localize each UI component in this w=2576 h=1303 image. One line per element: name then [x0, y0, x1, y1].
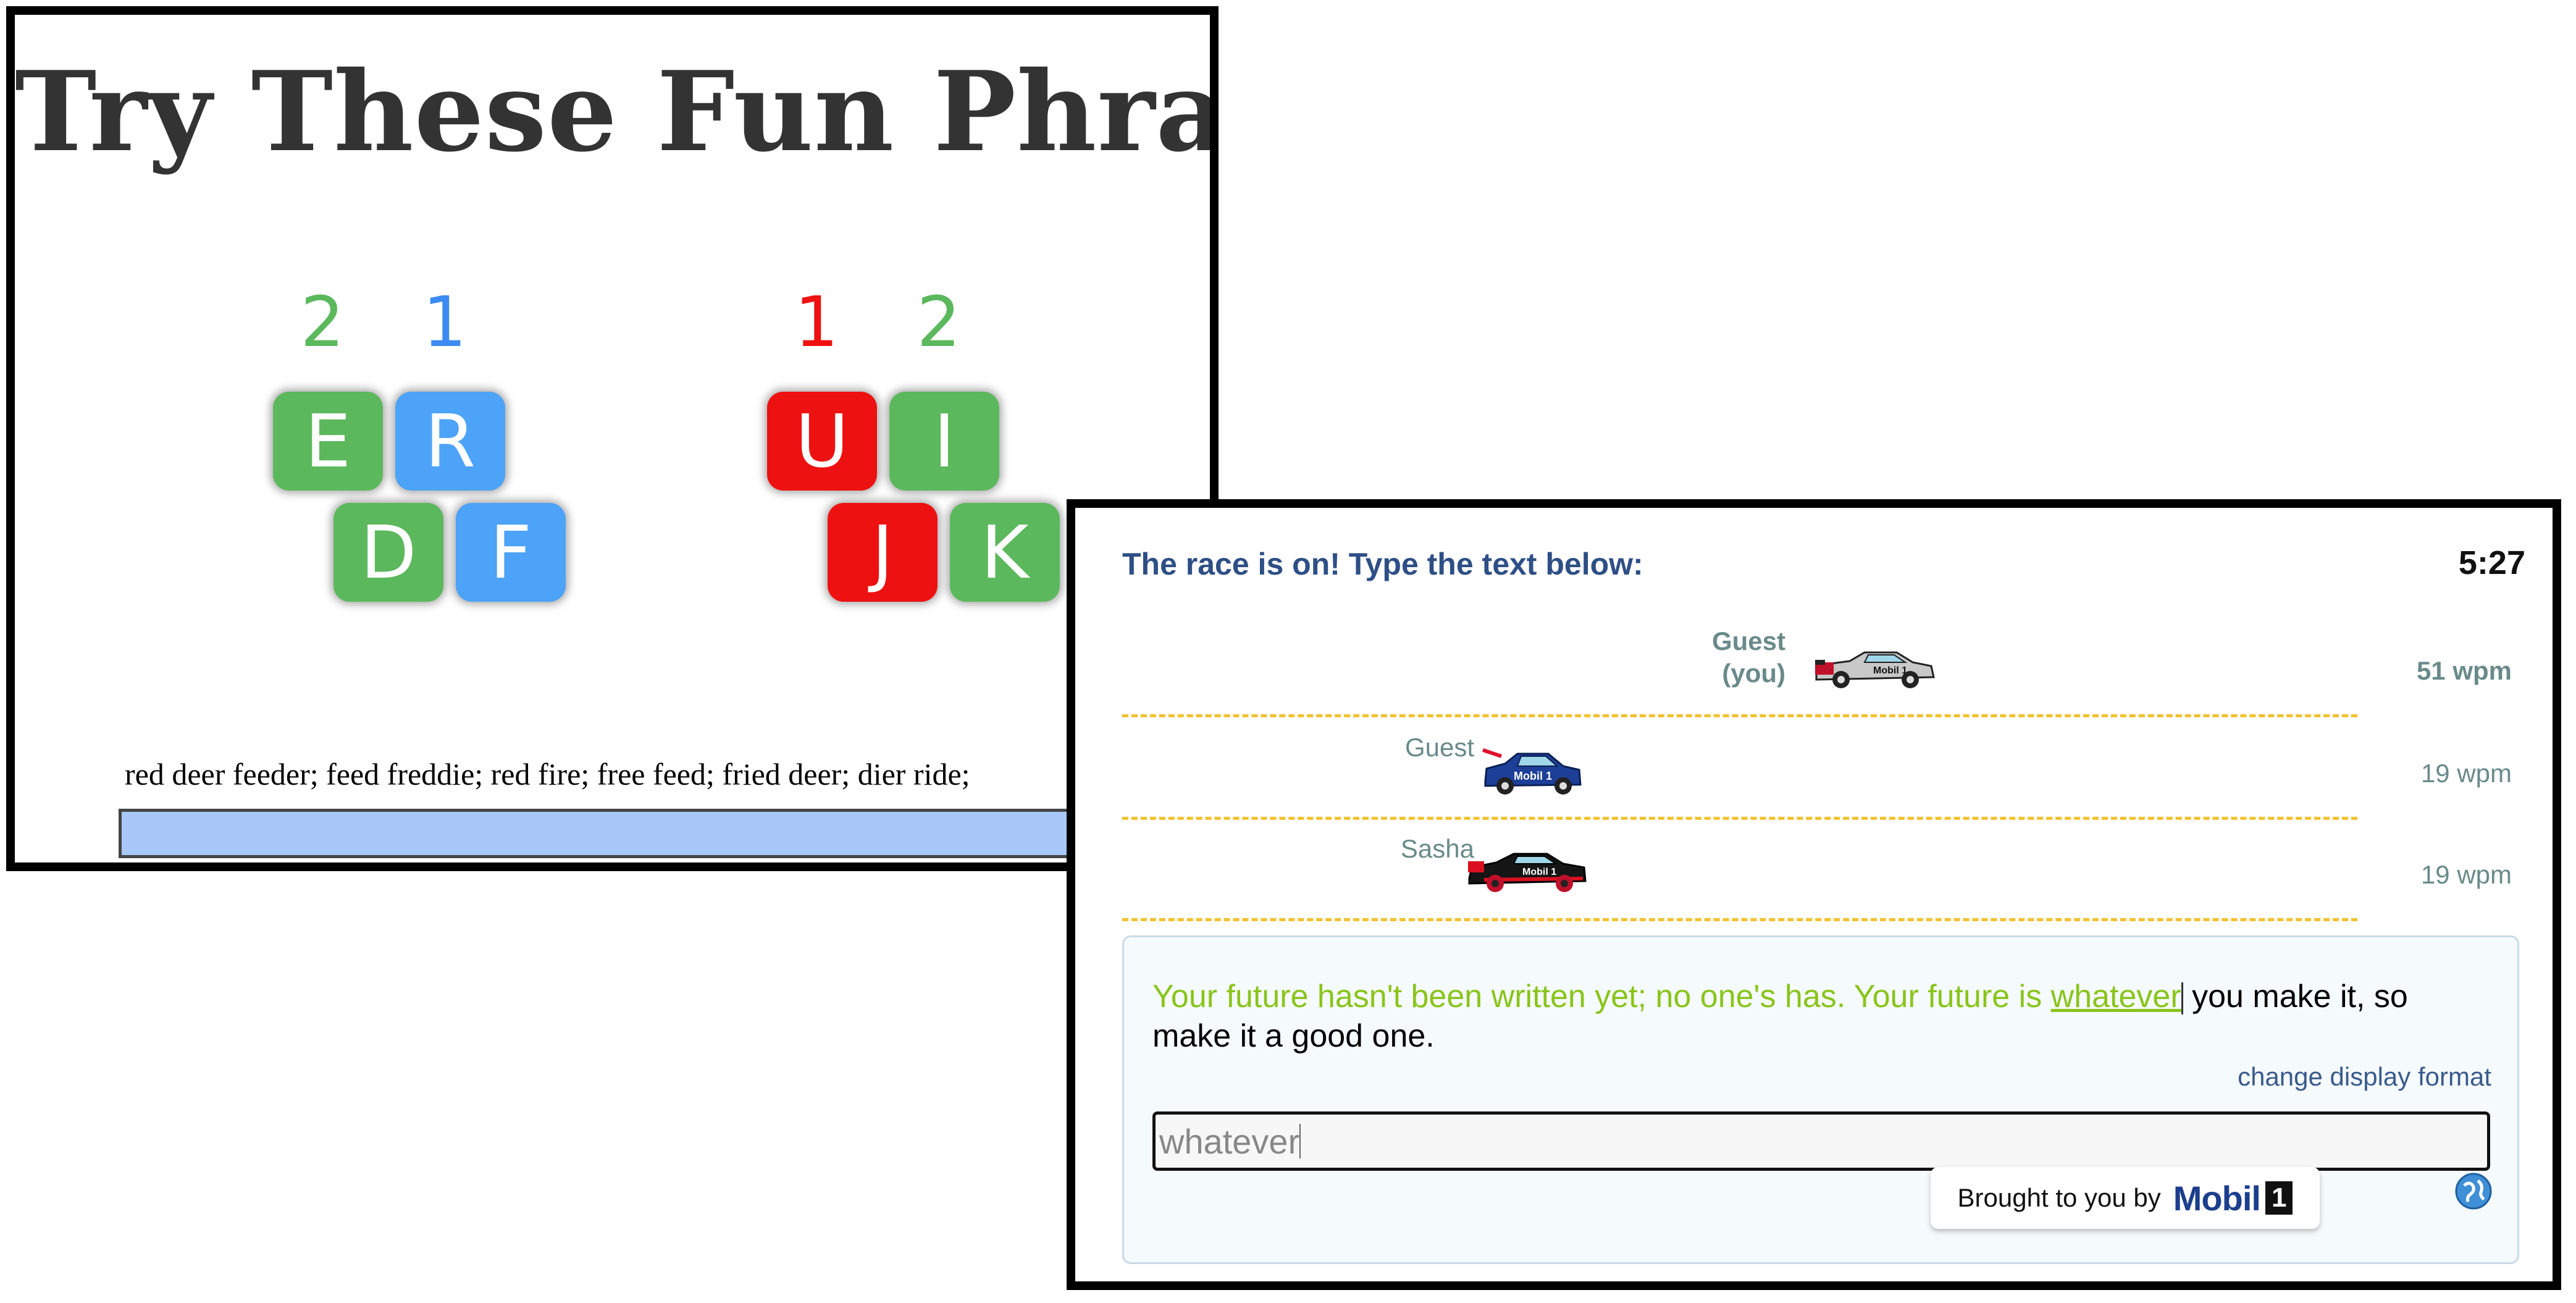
- key-r: R: [395, 392, 505, 491]
- finger-number-right-middle: 2: [917, 282, 961, 363]
- input-caret: [1299, 1124, 1301, 1158]
- sponsor-banner[interactable]: Brought to you by Mobil 1: [1931, 1167, 2320, 1229]
- change-display-format-link[interactable]: change display format: [2238, 1062, 2491, 1092]
- lesson-title: Try These Fun Phrases: [15, 47, 1210, 176]
- typing-input-value: whatever: [1159, 1121, 1300, 1161]
- key-d: D: [334, 503, 443, 602]
- racer-name-line: Guest: [1404, 733, 1474, 762]
- svg-text:Mobil 1: Mobil 1: [1514, 770, 1552, 782]
- silver-racecar-icon: Mobil 1: [1815, 651, 1935, 688]
- race-timer: 5:27: [2458, 544, 2525, 581]
- svg-text:Mobil 1: Mobil 1: [1522, 867, 1556, 877]
- race-passage: Your future hasn't been written yet; no …: [1152, 977, 2493, 1056]
- racer-wpm-you: 51 wpm: [2416, 656, 2512, 685]
- racer-name-sasha: Sasha: [1375, 833, 1474, 865]
- key-j: J: [828, 503, 938, 602]
- sponsor-brand: Mobil: [2173, 1178, 2261, 1218]
- racer-name-guest: Guest: [1375, 732, 1474, 764]
- mobil1-logo: Mobil 1: [2173, 1178, 2293, 1218]
- sponsor-brand-suffix: 1: [2265, 1181, 2293, 1215]
- typed-text: Your future hasn't been written yet; no …: [1152, 979, 2051, 1014]
- typing-area: Your future hasn't been written yet; no …: [1122, 935, 2519, 1264]
- blue-racecar-icon: Mobil 1: [1482, 748, 1582, 795]
- lane-separator: [1122, 918, 2357, 921]
- finger-number-left-index: 1: [422, 282, 467, 363]
- key-u: U: [767, 392, 877, 491]
- racer-name-line: Guest: [1711, 626, 1785, 656]
- sponsor-prefix: Brought to you by: [1957, 1183, 2161, 1212]
- key-e: E: [273, 392, 383, 491]
- lane-separator: [1122, 817, 2357, 820]
- race-panel: The race is on! Type the text below: 5:2…: [1067, 499, 2561, 1290]
- globe-help-icon[interactable]: [2454, 1172, 2493, 1210]
- lesson-panel: Try These Fun Phrases 2 1 1 2 E R D F U …: [6, 6, 1219, 871]
- racer-name-line: (you): [1722, 659, 1785, 688]
- racer-name-you: Guest (you): [1668, 625, 1785, 689]
- key-k: K: [950, 503, 1060, 602]
- practice-input-field[interactable]: [119, 809, 1210, 858]
- key-i: I: [889, 392, 999, 491]
- racer-wpm-guest: 19 wpm: [2420, 759, 2512, 788]
- practice-phrase-text: red deer feeder; feed freddie; red fire;…: [125, 757, 970, 791]
- lane-separator: [1122, 714, 2357, 717]
- black-racecar-icon: Mobil 1: [1468, 853, 1587, 892]
- finger-number-left-middle: 2: [300, 282, 345, 363]
- race-header: The race is on! Type the text below:: [1122, 547, 1643, 581]
- finger-number-right-index: 1: [794, 282, 839, 363]
- racer-wpm-sasha: 19 wpm: [2420, 860, 2512, 889]
- race-typing-input[interactable]: whatever: [1152, 1111, 2490, 1171]
- svg-text:Mobil 1: Mobil 1: [1873, 665, 1907, 676]
- key-f: F: [456, 503, 566, 602]
- racer-name-line: Sasha: [1400, 834, 1474, 863]
- current-word: whatever: [2050, 979, 2181, 1014]
